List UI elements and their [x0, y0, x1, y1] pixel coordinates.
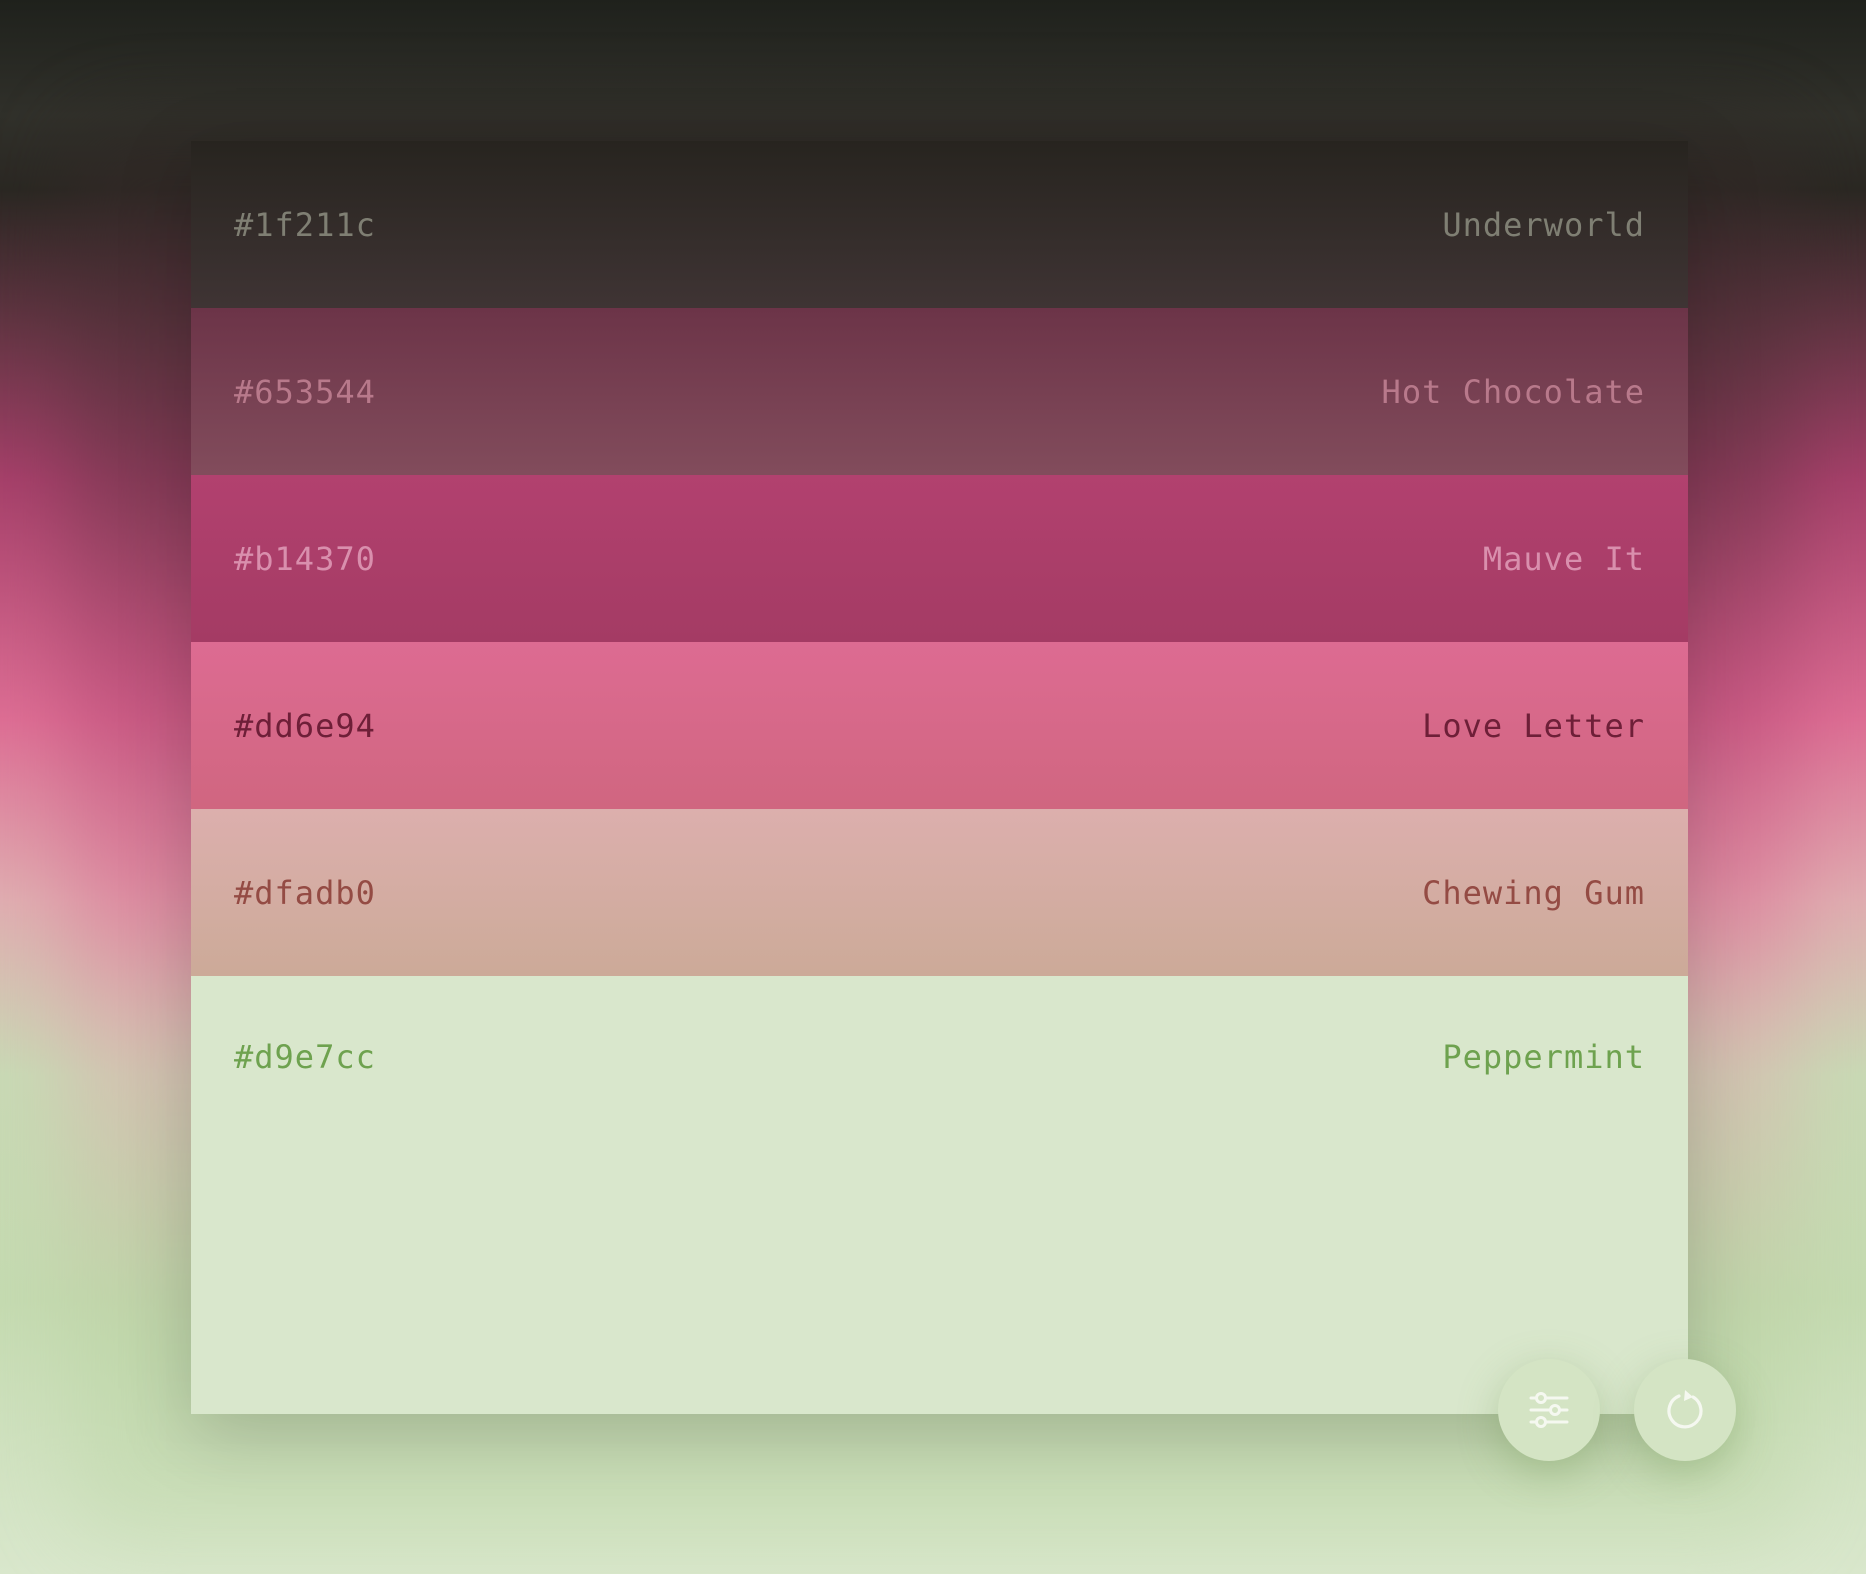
swatch-hex[interactable]: #653544: [234, 373, 376, 411]
swatch-love-letter[interactable]: #dd6e94 Love Letter: [191, 642, 1688, 809]
swatch-name: Hot Chocolate: [1381, 372, 1645, 411]
sliders-icon: [1529, 1392, 1569, 1428]
swatch-chewing-gum[interactable]: #dfadb0 Chewing Gum: [191, 809, 1688, 976]
settings-button[interactable]: [1498, 1359, 1600, 1461]
refresh-icon: [1667, 1390, 1703, 1429]
swatch-hex[interactable]: #dd6e94: [234, 707, 376, 745]
swatch-hex[interactable]: #d9e7cc: [234, 1038, 376, 1076]
swatch-name: Underworld: [1442, 205, 1645, 244]
color-palette: #1f211c Underworld #653544 Hot Chocolate…: [191, 141, 1688, 1414]
swatch-name: Chewing Gum: [1422, 873, 1645, 912]
swatch-peppermint[interactable]: #d9e7cc Peppermint: [191, 976, 1688, 1414]
swatch-hot-chocolate[interactable]: #653544 Hot Chocolate: [191, 308, 1688, 475]
swatch-mauve-it[interactable]: #b14370 Mauve It: [191, 475, 1688, 642]
swatch-hex[interactable]: #b14370: [234, 540, 376, 578]
swatch-name: Peppermint: [1442, 1038, 1645, 1076]
refresh-button[interactable]: [1634, 1359, 1736, 1461]
swatch-name: Mauve It: [1482, 539, 1645, 578]
swatch-hex[interactable]: #dfadb0: [234, 874, 376, 912]
swatch-name: Love Letter: [1422, 706, 1645, 745]
swatch-hex[interactable]: #1f211c: [234, 206, 376, 244]
swatch-underworld[interactable]: #1f211c Underworld: [191, 141, 1688, 308]
